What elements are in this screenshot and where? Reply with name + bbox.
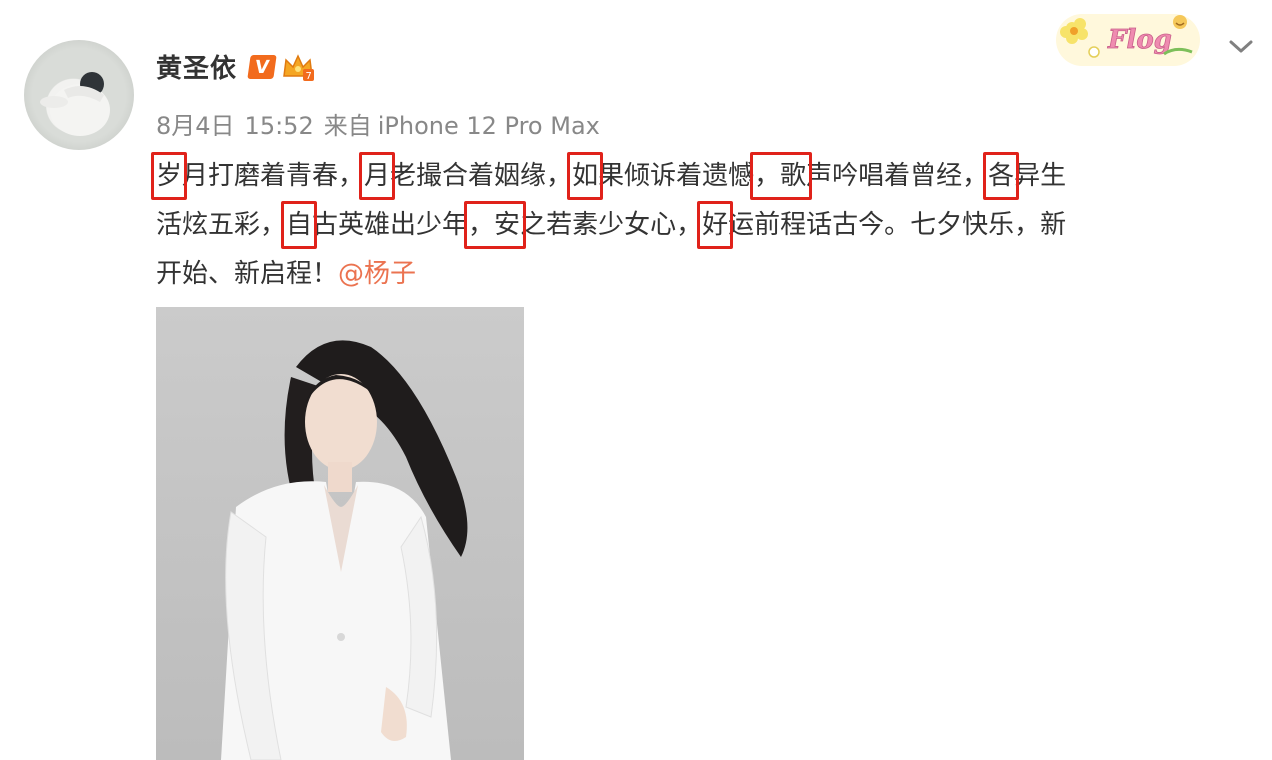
- highlighted-char: ，歌: [754, 161, 807, 191]
- post-date[interactable]: 8月4日: [156, 112, 235, 140]
- text-segment: 果倾诉着遗憾: [598, 161, 755, 191]
- highlighted-char: 自: [286, 210, 313, 240]
- text-segment: 之若素少女心，: [520, 210, 703, 240]
- post-header: 黄圣依 V 7: [156, 48, 315, 85]
- highlighted-char: 岁: [156, 161, 183, 191]
- text-segment: 运前程话古今。七夕快乐，新: [728, 210, 1067, 240]
- svg-text:7: 7: [306, 71, 312, 82]
- chevron-down-icon[interactable]: [1228, 36, 1254, 56]
- highlighted-char: 月: [364, 161, 391, 191]
- text-segment: 月打磨着青春，: [182, 161, 365, 191]
- mention-link[interactable]: @杨子: [338, 259, 416, 289]
- avatar[interactable]: [24, 40, 134, 150]
- post-line-1: 岁月打磨着青春，月老撮合着姻缘，如果倾诉着遗憾，歌声吟唱着曾经，各异生: [156, 152, 1246, 201]
- highlighted-char: ，安: [468, 210, 521, 240]
- post-time[interactable]: 15:52: [245, 112, 314, 140]
- text-segment: 活炫五彩，: [156, 210, 287, 240]
- post-source[interactable]: iPhone 12 Pro Max: [378, 112, 600, 140]
- username[interactable]: 黄圣依: [156, 48, 237, 85]
- flower-sticker[interactable]: Flog: [1052, 8, 1204, 70]
- highlighted-char: 各: [988, 161, 1015, 191]
- post-photo[interactable]: [156, 307, 524, 760]
- post-meta: 8月4日 15:52 来自 iPhone 12 Pro Max: [156, 106, 610, 141]
- post-text: 岁月打磨着青春，月老撮合着姻缘，如果倾诉着遗憾，歌声吟唱着曾经，各异生 活炫五彩…: [156, 152, 1246, 299]
- text-segment: 老撮合着姻缘，: [390, 161, 573, 191]
- text-segment: 异生: [1014, 161, 1067, 191]
- text-segment: 声吟唱着曾经，: [806, 161, 989, 191]
- via-label: 来自: [323, 112, 372, 140]
- sticker-text: Flog: [1107, 25, 1172, 55]
- photo-image: [156, 307, 524, 760]
- smile-icon: [1173, 15, 1187, 29]
- highlighted-char: 好: [702, 210, 729, 240]
- post-line-2: 活炫五彩，自古英雄出少年，安之若素少女心，好运前程话古今。七夕快乐，新: [156, 201, 1246, 250]
- highlighted-char: 如: [572, 161, 599, 191]
- avatar-image: [40, 72, 110, 136]
- post-line-3: 开始、新启程！@杨子: [156, 250, 1246, 299]
- verified-badge[interactable]: V: [247, 54, 277, 79]
- text-segment: 开始、新启程！: [156, 259, 339, 289]
- crown-badge-icon[interactable]: 7: [281, 52, 315, 82]
- text-segment: 古英雄出少年: [312, 210, 469, 240]
